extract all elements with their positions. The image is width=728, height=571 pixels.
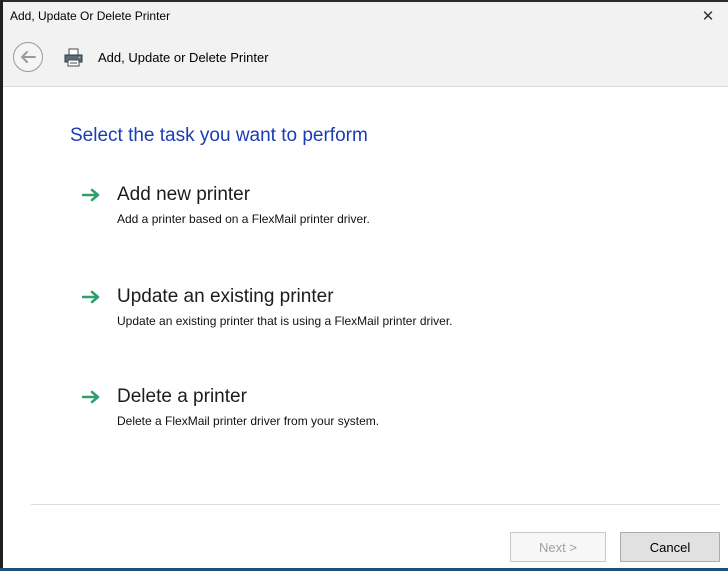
dialog-window: Add, Update Or Delete Printer ✕ Add, Upd… xyxy=(3,2,728,568)
task-label[interactable]: Update an existing printer xyxy=(117,286,334,308)
task-description: Add a printer based on a FlexMail printe… xyxy=(117,212,370,226)
green-arrow-icon xyxy=(82,290,100,304)
printer-icon xyxy=(63,48,85,68)
close-icon: ✕ xyxy=(701,8,715,25)
task-description: Update an existing printer that is using… xyxy=(117,314,453,328)
task-description: Delete a FlexMail printer driver from yo… xyxy=(117,414,380,428)
task-label[interactable]: Delete a printer xyxy=(117,386,247,408)
page-heading: Select the task you want to perform xyxy=(70,125,368,146)
next-button[interactable]: Next > xyxy=(510,532,606,562)
green-arrow-icon xyxy=(82,188,100,202)
back-button[interactable] xyxy=(12,41,44,73)
back-arrow-icon xyxy=(13,42,43,72)
window-title: Add, Update Or Delete Printer xyxy=(10,9,171,23)
next-button-label: Next > xyxy=(539,539,577,555)
cancel-button[interactable]: Cancel xyxy=(620,532,720,562)
cancel-button-label: Cancel xyxy=(649,539,691,555)
wizard-title: Add, Update or Delete Printer xyxy=(98,50,269,65)
task-label[interactable]: Add new printer xyxy=(117,184,250,206)
footer-divider xyxy=(31,504,720,505)
green-arrow-icon xyxy=(82,390,100,404)
close-button[interactable]: ✕ xyxy=(688,2,728,30)
navigation-bar: Add, Update or Delete Printer xyxy=(3,30,728,87)
title-bar[interactable]: Add, Update Or Delete Printer ✕ xyxy=(3,2,728,30)
